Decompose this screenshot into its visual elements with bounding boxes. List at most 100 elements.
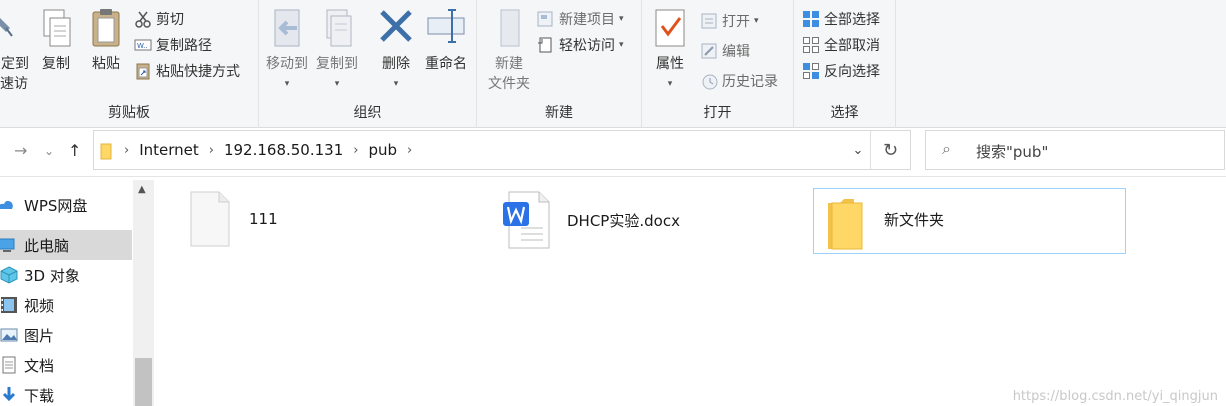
recent-locations-chevron-icon[interactable]: ⌄ <box>44 144 54 158</box>
select-all-icon <box>802 10 820 28</box>
select-all-button[interactable]: 全部选择 <box>802 8 880 30</box>
open-group-label: 打开 <box>703 105 732 121</box>
picture-icon <box>0 326 18 344</box>
download-icon <box>0 386 18 404</box>
folder-small-icon <box>100 142 114 160</box>
invert-selection-icon <box>802 62 820 80</box>
easy-access-dropdown-icon: ▾ <box>619 40 624 50</box>
search-placeholder: 搜索"pub" <box>976 143 1049 161</box>
open-dropdown-icon: ▾ <box>754 16 759 26</box>
history-button[interactable]: 历史记录 <box>700 70 778 92</box>
file-item-111[interactable]: 111 <box>187 190 487 256</box>
nav-item-videos[interactable]: 视频 <box>0 290 132 320</box>
breadcrumb-separator-icon[interactable]: › <box>209 143 214 158</box>
new-folder-button[interactable]: 新建 文件夹 <box>485 6 533 94</box>
rename-button[interactable]: 重命名 <box>422 6 470 74</box>
search-icon: ⌕ <box>942 139 951 158</box>
breadcrumb-separator-icon[interactable]: › <box>407 143 412 158</box>
organize-group: 移动到 ▾ 复制到 ▾ 删除 ▾ 重命名 组织 <box>259 0 477 128</box>
cloud-icon <box>0 196 18 214</box>
new-group-label: 新建 <box>545 105 573 121</box>
clipboard-icon <box>86 6 126 52</box>
breadcrumb-internet[interactable]: Internet <box>139 141 199 159</box>
paste-button[interactable]: 粘贴 <box>86 6 126 74</box>
ribbon: 固定到 快速访问 复制 粘贴 <box>0 0 1226 128</box>
open-icon <box>700 12 718 30</box>
nav-item-this-pc[interactable]: 此电脑 <box>0 230 132 260</box>
file-name: DHCP实验.docx <box>567 212 680 230</box>
easy-access-button[interactable]: 轻松访问 ▾ <box>537 34 624 56</box>
copy-path-icon: W.. <box>134 36 152 54</box>
search-box[interactable]: ⌕ 搜索"pub" <box>925 130 1225 170</box>
pin-to-quick-access-button[interactable]: 固定到 快速访问 <box>0 6 30 114</box>
breadcrumb-separator-icon[interactable]: › <box>353 143 358 158</box>
breadcrumb-host[interactable]: 192.168.50.131 <box>224 141 343 159</box>
forward-arrow-icon[interactable]: → <box>14 141 27 160</box>
pin-icon <box>0 6 28 52</box>
scroll-up-arrow-icon[interactable]: ▲ <box>138 184 146 195</box>
nav-item-3d-objects[interactable]: 3D 对象 <box>0 260 132 290</box>
scrollbar-thumb[interactable] <box>135 358 152 406</box>
breadcrumb-pub[interactable]: pub <box>368 141 397 159</box>
clipboard-group: 固定到 快速访问 复制 粘贴 <box>0 0 259 128</box>
wps-doc-icon <box>501 190 551 250</box>
copy-to-dropdown-icon: ▾ <box>334 79 340 89</box>
blank-file-icon <box>187 190 233 248</box>
file-item-new-folder[interactable]: 新文件夹 <box>813 188 1126 254</box>
new-item-icon <box>537 10 555 28</box>
computer-icon <box>0 236 18 254</box>
svg-text:W..: W.. <box>137 42 148 50</box>
breadcrumb: › Internet › 192.168.50.131 › pub › <box>100 131 422 169</box>
nav-item-documents[interactable]: 文档 <box>0 350 132 380</box>
move-to-icon <box>267 6 307 52</box>
refresh-icon[interactable]: ↻ <box>870 131 910 169</box>
file-name: 111 <box>249 210 278 228</box>
scissors-icon <box>134 10 152 28</box>
nav-item-pictures[interactable]: 图片 <box>0 320 132 350</box>
select-none-icon <box>802 36 820 54</box>
rename-icon <box>426 6 466 52</box>
file-name: 新文件夹 <box>884 211 945 229</box>
select-none-button[interactable]: 全部取消 <box>802 34 880 56</box>
breadcrumb-separator-icon[interactable]: › <box>124 143 129 158</box>
address-dropdown-chevron-icon[interactable]: ⌄ <box>846 131 870 169</box>
invert-selection-button[interactable]: 反向选择 <box>802 60 880 82</box>
copy-to-icon <box>317 6 357 52</box>
delete-x-icon <box>376 6 416 52</box>
properties-check-icon <box>650 6 690 52</box>
easy-access-icon <box>537 36 555 54</box>
cube-icon <box>0 266 18 284</box>
copy-to-button[interactable]: 复制到 ▾ <box>315 6 359 94</box>
select-group: 全部选择 全部取消 反向选择 选择 <box>794 0 896 128</box>
nav-item-downloads[interactable]: 下载 <box>0 380 132 406</box>
edit-pencil-icon <box>700 42 718 60</box>
new-item-button[interactable]: 新建项目 ▾ <box>537 8 624 30</box>
up-arrow-icon[interactable]: ↑ <box>68 141 81 160</box>
properties-button[interactable]: 属性 ▾ <box>648 6 692 94</box>
delete-dropdown-icon: ▾ <box>393 79 399 89</box>
open-group: 属性 ▾ 打开 ▾ 编辑 历史记录 打开 <box>642 0 794 128</box>
history-icon <box>700 72 718 90</box>
clipboard-group-label: 剪贴板 <box>108 105 150 121</box>
cut-button[interactable]: 剪切 <box>134 8 184 30</box>
navigation-scrollbar[interactable]: ▲ <box>133 180 154 406</box>
copy-icon <box>36 6 76 52</box>
nav-item-wps-cloud[interactable]: WPS网盘 <box>0 190 132 220</box>
move-to-button[interactable]: 移动到 ▾ <box>265 6 309 94</box>
properties-dropdown-icon: ▾ <box>667 79 673 89</box>
copy-path-button[interactable]: W.. 复制路径 <box>134 34 212 56</box>
copy-button[interactable]: 复制 <box>36 6 76 74</box>
video-icon <box>0 296 18 314</box>
address-bar[interactable]: › Internet › 192.168.50.131 › pub › ⌄ ↻ <box>93 130 911 170</box>
delete-button[interactable]: 删除 ▾ <box>376 6 416 94</box>
select-group-label: 选择 <box>830 105 859 121</box>
file-item-dhcp-docx[interactable]: DHCP实验.docx <box>501 190 801 256</box>
new-item-dropdown-icon: ▾ <box>619 14 624 24</box>
open-button[interactable]: 打开 ▾ <box>700 10 759 32</box>
edit-button[interactable]: 编辑 <box>700 40 750 62</box>
watermark: https://blog.csdn.net/yi_qingjun <box>1012 389 1218 404</box>
paste-shortcut-button[interactable]: 粘贴快捷方式 <box>134 60 240 82</box>
file-list: 111 DHCP实验.docx 新文件夹 https://blog.csdn.n… <box>155 180 1226 406</box>
new-group: 新建 文件夹 新建项目 ▾ 轻松访问 ▾ 新建 <box>477 0 642 128</box>
organize-group-label: 组织 <box>353 105 382 121</box>
